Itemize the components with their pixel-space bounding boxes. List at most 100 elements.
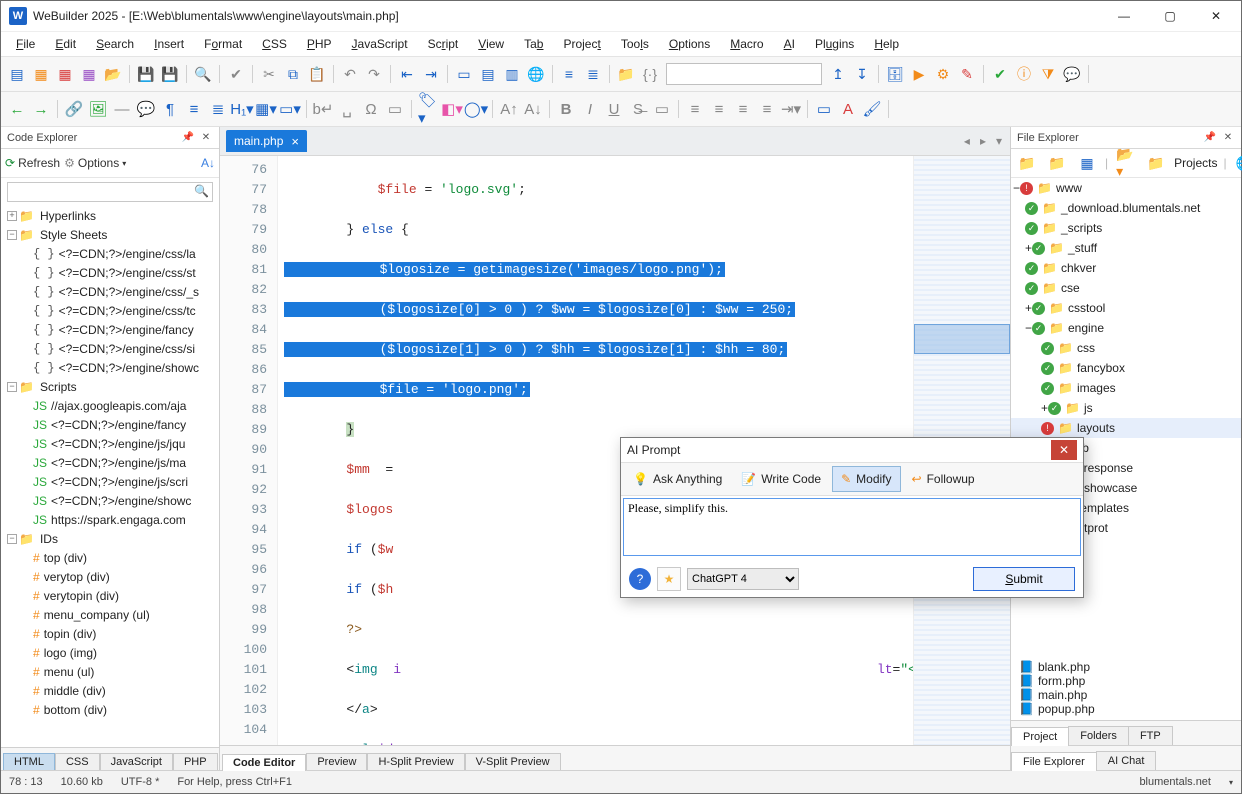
minimize-button[interactable]: — [1101,1,1147,31]
folder-engine[interactable]: −✓📁engine [1011,318,1241,338]
tree-id-item[interactable]: verytopin (div) [44,589,119,603]
code-explorer-tree[interactable]: +📁Hyperlinks −📁Style Sheets { }<?=CDN;?>… [1,206,219,747]
new-css-icon[interactable]: ▦ [55,64,75,84]
menu-js[interactable]: JavaScript [343,35,417,53]
tab-ftp[interactable]: FTP [1128,726,1173,745]
save-icon[interactable]: 💾 [136,64,156,84]
folder-images[interactable]: ✓📁images [1011,378,1241,398]
form-icon[interactable]: ▭▾ [280,99,300,119]
table-icon[interactable]: ▦▾ [256,99,276,119]
tab-project[interactable]: Project [1011,727,1069,746]
folder-layouts[interactable]: !📁layouts [1011,418,1241,438]
tree-id-item[interactable]: topin (div) [44,627,97,641]
tree-script-item[interactable]: <?=CDN;?>/engine/js/ma [51,456,186,470]
maximize-button[interactable]: ▢ [1147,1,1193,31]
redo-icon[interactable]: ↷ [364,64,384,84]
tab-file-explorer[interactable]: File Explorer [1011,752,1097,771]
menu-insert[interactable]: Insert [145,35,193,53]
folder-chkver[interactable]: ✓📁chkver [1011,258,1241,278]
tree-script-item[interactable]: <?=CDN;?>/engine/showc [51,494,191,508]
tree-script-item[interactable]: <?=CDN;?>/engine/fancy [51,418,186,432]
tree-css-item[interactable]: <?=CDN;?>/engine/fancy [59,323,194,337]
panel-close-icon[interactable]: ✕ [1221,131,1235,145]
tree-ids[interactable]: IDs [38,532,60,546]
arrow-right-icon[interactable]: → [31,99,51,119]
menu-script[interactable]: Script [419,35,468,53]
address-input[interactable] [666,63,822,85]
preview-icon[interactable]: ▭ [454,64,474,84]
tree-id-item[interactable]: middle (div) [44,684,106,698]
menu-css[interactable]: CSS [253,35,296,53]
strike-icon[interactable]: S̶ [628,99,648,119]
star-icon[interactable]: ★ [657,567,681,591]
list-bul-icon[interactable]: ≣ [208,99,228,119]
menu-options[interactable]: Options [660,35,719,53]
db-icon[interactable]: 🗄 [885,64,905,84]
undo-icon[interactable]: ↶ [340,64,360,84]
hr-icon[interactable]: — [112,99,132,119]
font-down-icon[interactable]: A↓ [523,99,543,119]
folder-csstool[interactable]: +✓📁csstool [1011,298,1241,318]
projects-icon[interactable]: 📁 [1146,153,1166,173]
link-icon[interactable]: 🔗 [64,99,84,119]
search-icon[interactable]: 🔍 [193,64,213,84]
folder-_stuff[interactable]: +✓📁_stuff [1011,238,1241,258]
close-tab-icon[interactable]: × [291,134,299,149]
tree-css-item[interactable]: <?=CDN;?>/engine/css/_s [59,285,199,299]
file-main.php[interactable]: 📘main.php [1011,688,1241,702]
br-icon[interactable]: b↵ [313,99,333,119]
folder-www[interactable]: −!📁www [1011,178,1241,198]
close-button[interactable]: ✕ [1193,1,1239,31]
folder-_download.blumentals.net[interactable]: ✓📁_download.blumentals.net [1011,198,1241,218]
tree-css-item[interactable]: <?=CDN;?>/engine/css/st [59,266,196,280]
gear-icon[interactable]: ⚙ [933,64,953,84]
folder-css[interactable]: ✓📁css [1011,338,1241,358]
refresh-button[interactable]: ⟳Refresh [5,156,60,170]
menu-tools[interactable]: Tools [612,35,658,53]
menu-ai[interactable]: AI [775,35,804,53]
submit-button[interactable]: Submit [973,567,1075,591]
menu-view[interactable]: View [469,35,513,53]
menu-edit[interactable]: Edit [46,35,85,53]
tree-hyperlinks[interactable]: Hyperlinks [38,209,98,223]
bookmark-icon[interactable]: ▭ [814,99,834,119]
tree-id-item[interactable]: verytop (div) [44,570,110,584]
paste-icon[interactable]: 📋 [307,64,327,84]
tree-scripts[interactable]: Scripts [38,380,79,394]
tree-stylesheets[interactable]: Style Sheets [38,228,109,242]
tree-css-item[interactable]: <?=CDN;?>/engine/css/la [59,247,196,261]
ftp-up-icon[interactable]: ↥ [828,64,848,84]
editor-tab-vsplit[interactable]: V-Split Preview [465,753,561,770]
tree-script-item[interactable]: <?=CDN;?>/engine/js/scri [51,475,188,489]
editor-tab-preview[interactable]: Preview [306,753,367,770]
tab-ai-chat[interactable]: AI Chat [1096,751,1157,770]
status-dropdown-icon[interactable]: ▾ [1229,778,1233,787]
split-v-icon[interactable]: ▥ [502,64,522,84]
menu-php[interactable]: PHP [298,35,341,53]
menu-help[interactable]: Help [865,35,908,53]
underline-icon[interactable]: U [604,99,624,119]
lang-tab-css[interactable]: CSS [55,753,100,770]
tree-script-item[interactable]: //ajax.googleapis.com/aja [51,399,186,413]
dialog-close-button[interactable]: ✕ [1051,440,1077,460]
font-up-icon[interactable]: A↑ [499,99,519,119]
folder-js[interactable]: +✓📁js [1011,398,1241,418]
menu-format[interactable]: Format [195,35,251,53]
folder-context-icon[interactable]: 📁 [616,64,636,84]
heading-icon[interactable]: H₁▾ [232,99,252,119]
new-file-icon[interactable]: ▤ [7,64,27,84]
minimap-viewport[interactable] [914,324,1010,354]
color-icon[interactable]: ◯▾ [466,99,486,119]
sort-az-icon[interactable]: A↓ [201,156,215,170]
code-explorer-search-input[interactable] [7,182,213,202]
pin-icon[interactable]: 📌 [1203,131,1217,145]
panel-close-icon[interactable]: ✕ [199,131,213,145]
font-a-icon[interactable]: A [838,99,858,119]
tree-id-item[interactable]: menu (ul) [44,665,95,679]
projects-label[interactable]: Projects [1174,156,1217,170]
folder-icon[interactable]: 📁 [1017,153,1037,173]
menu-search[interactable]: Search [87,35,143,53]
tree-script-item[interactable]: https://spark.engaga.com [51,513,186,527]
tab-next-icon[interactable]: ▸ [980,134,986,148]
file-list[interactable]: 📘blank.php📘form.php📘main.php📘popup.php [1011,656,1241,720]
